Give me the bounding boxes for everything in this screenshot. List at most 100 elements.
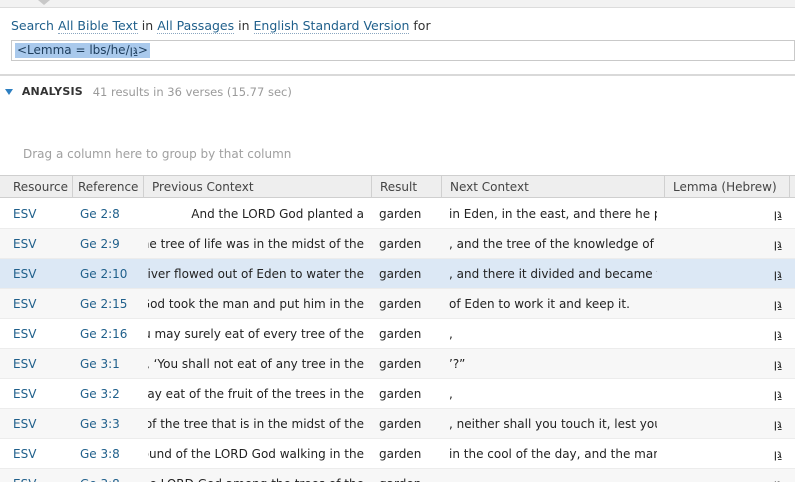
previous-context-cell: ruit of the tree that is in the midst of… [148, 409, 364, 439]
lemma-cell: גַּן [666, 469, 782, 482]
collapse-triangle-icon[interactable] [5, 88, 13, 95]
resource-cell-text: ESV [13, 447, 37, 461]
reference-link[interactable]: Ge 2:16 [80, 319, 140, 349]
result-cell: garden [379, 349, 439, 379]
reference-link[interactable]: Ge 2:9 [80, 229, 140, 259]
table-row[interactable]: ESV Ge 2:9 d. The tree of life was in the … [0, 229, 795, 259]
tab-pointer-icon [38, 0, 50, 5]
analysis-header[interactable]: ANALYSIS 41 results in 36 verses (15.77 … [5, 84, 292, 100]
resource-cell[interactable]: ESV [13, 409, 68, 439]
previous-context-cell: say, ‘You shall not eat of any tree in t… [148, 349, 364, 379]
resource-cell[interactable]: ESV [13, 199, 68, 229]
result-cell-text: garden [379, 327, 422, 341]
table-row[interactable]: ESV Ge 3:8 e sound of the LORD God walking… [0, 439, 795, 469]
reference-link[interactable]: Ge 3:3 [80, 409, 140, 439]
resource-cell-text: ESV [13, 237, 37, 251]
table-row[interactable]: ESV Ge 3:8 of the LORD God among the trees… [0, 469, 795, 482]
next-context-cell: , [449, 379, 657, 409]
search-scope-dropdown[interactable]: All Bible Text [57, 18, 138, 34]
column-header-previous-context[interactable]: Previous Context [144, 176, 372, 198]
lemma-cell: גַּן [666, 439, 782, 469]
table-row[interactable]: ESV Ge 3:2 Ve may eat of the fruit of the … [0, 379, 795, 409]
group-by-drop-zone[interactable]: Drag a column here to group by that colu… [23, 147, 291, 161]
resource-cell[interactable]: ESV [13, 259, 68, 289]
table-row[interactable]: ESV Ge 2:15 RD God took the man and put hi… [0, 289, 795, 319]
table-row[interactable]: ESV Ge 2:10 A river flowed out of Eden to … [0, 259, 795, 289]
lemma-cell-text: גַּן [774, 477, 782, 482]
next-context-cell-text: ’?” [449, 357, 466, 371]
reference-link[interactable]: Ge 2:10 [80, 259, 140, 289]
column-header-resource[interactable]: Resource [8, 176, 73, 198]
table-row[interactable]: ESV Ge 2:8 And the LORD God planted a garde… [0, 199, 795, 229]
reference-link-text: Ge 3:8 [80, 477, 120, 482]
resource-cell-text: ESV [13, 207, 37, 221]
grid-header: Resource Reference Previous Context Resu… [0, 175, 795, 198]
previous-context-cell-text: Ve may eat of the fruit of the trees in … [148, 387, 364, 401]
table-row[interactable]: ESV Ge 2:16 “You may surely eat of every t… [0, 319, 795, 349]
resource-cell[interactable]: ESV [13, 319, 68, 349]
next-context-cell-text: of Eden to work it and keep it. [449, 297, 630, 311]
previous-context-cell-text: ruit of the tree that is in the midst of… [148, 417, 364, 431]
lemma-cell: גַּן [666, 289, 782, 319]
resource-cell[interactable]: ESV [13, 469, 68, 482]
lemma-cell-text: גַּן [773, 267, 782, 281]
previous-context-cell-text: “You may surely eat of every tree of the [148, 327, 364, 341]
resource-cell[interactable]: ESV [13, 229, 68, 259]
next-context-cell: , and there it divided and became four [449, 259, 657, 289]
reference-link-text: Ge 3:8 [80, 447, 120, 461]
next-context-cell: in Eden, in the east, and there he put t… [449, 199, 657, 229]
search-type-link[interactable]: Search [11, 18, 54, 33]
reference-link[interactable]: Ge 2:8 [80, 199, 140, 229]
resource-cell[interactable]: ESV [13, 379, 68, 409]
previous-context-cell: of the LORD God among the trees of the [148, 469, 364, 482]
analysis-label: ANALYSIS [21, 85, 83, 98]
search-query-input[interactable]: <Lemma = lbs/he/גַּן> [11, 40, 795, 61]
result-cell: garden [379, 439, 439, 469]
next-context-cell: of Eden to work it and keep it. [449, 289, 657, 319]
next-context-cell-text: , and the tree of the knowledge of good [449, 237, 657, 251]
resource-cell-text: ESV [13, 357, 37, 371]
resource-cell-text: ESV [13, 477, 36, 482]
previous-context-cell: RD God took the man and put him in the [148, 289, 364, 319]
in-label-1: in [141, 18, 154, 33]
reference-link-text: Ge 2:16 [80, 327, 128, 341]
lemma-cell-text: גַּן [773, 387, 782, 401]
resource-cell[interactable]: ESV [13, 439, 68, 469]
lemma-cell-text: גַּן [773, 357, 782, 371]
reference-link-text: Ge 2:15 [80, 297, 128, 311]
result-cell: garden [379, 319, 439, 349]
result-cell: garden [379, 409, 439, 439]
result-cell: garden [379, 289, 439, 319]
column-header-result[interactable]: Result [372, 176, 442, 198]
next-context-cell: , and the tree of the knowledge of good [449, 229, 657, 259]
passages-dropdown[interactable]: All Passages [157, 18, 235, 34]
resource-cell[interactable]: ESV [13, 349, 68, 379]
reference-link[interactable]: Ge 2:15 [80, 289, 140, 319]
result-cell-text: garden [379, 417, 422, 431]
reference-link[interactable]: Ge 3:1 [80, 349, 140, 379]
column-header-lemma[interactable]: Lemma (Hebrew) [665, 176, 790, 198]
reference-link[interactable]: Ge 3:2 [80, 379, 140, 409]
previous-context-cell-text: e sound of the LORD God walking in the [148, 447, 364, 461]
result-cell-text: garden [379, 207, 422, 221]
previous-context-cell-text: RD God took the man and put him in the [148, 297, 364, 311]
result-cell: garden [379, 469, 439, 482]
result-cell-text: garden [379, 357, 422, 371]
version-dropdown[interactable]: English Standard Version [253, 18, 410, 34]
lemma-cell: גַּן [666, 259, 782, 289]
result-cell-text: garden [379, 387, 422, 401]
reference-link[interactable]: Ge 3:8 [80, 469, 140, 482]
table-row[interactable]: ESV Ge 3:3 ruit of the tree that is in the… [0, 409, 795, 439]
table-row[interactable]: ESV Ge 3:1 say, ‘You shall not eat of any … [0, 349, 795, 379]
previous-context-cell-text: d. The tree of life was in the midst of … [148, 237, 364, 251]
query-text[interactable]: <Lemma = lbs/he/גַּן> [15, 43, 150, 58]
column-header-reference[interactable]: Reference [73, 176, 144, 198]
next-context-cell: in the cool of the day, and the man and [449, 439, 657, 469]
resource-cell[interactable]: ESV [13, 289, 68, 319]
lemma-cell-text: גַּן [773, 447, 782, 461]
reference-link[interactable]: Ge 3:8 [80, 439, 140, 469]
resource-cell-text: ESV [13, 387, 37, 401]
previous-context-cell: “You may surely eat of every tree of the [148, 319, 364, 349]
top-tab-strip [0, 0, 795, 8]
column-header-next-context[interactable]: Next Context [442, 176, 665, 198]
